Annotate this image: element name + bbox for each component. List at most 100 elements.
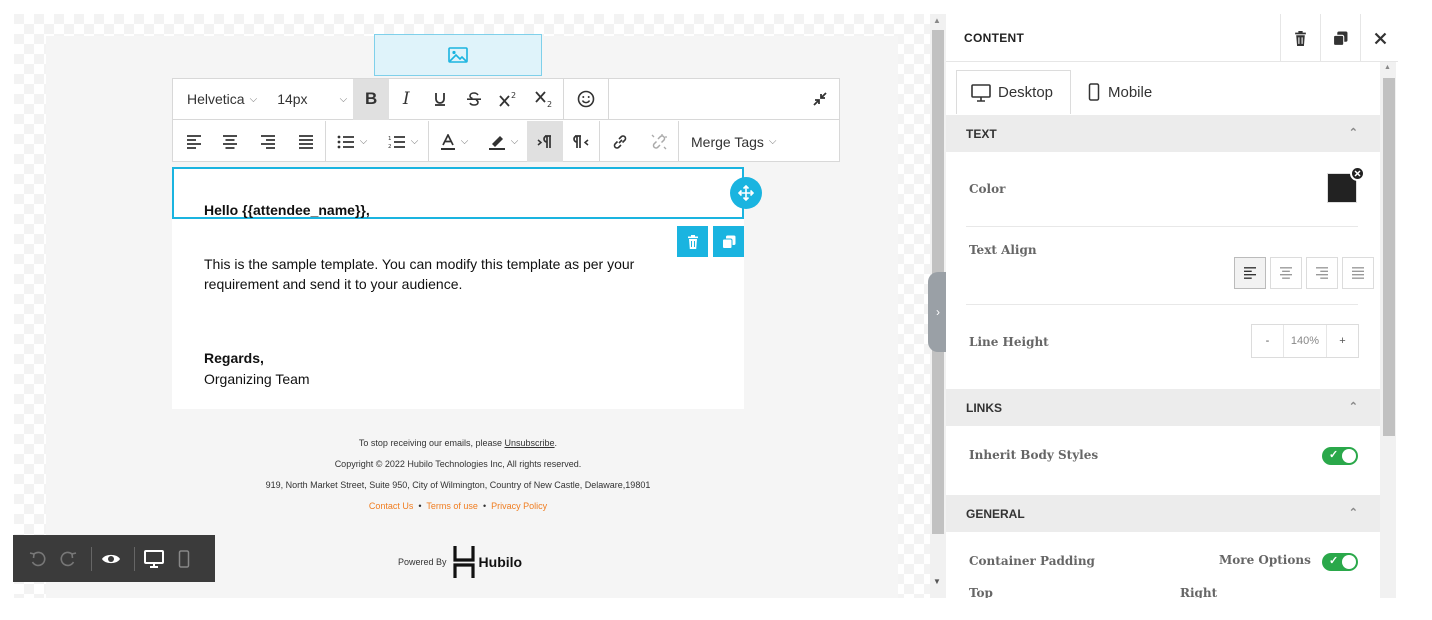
- align-right-icon: [261, 134, 275, 149]
- privacy-link[interactable]: Privacy Policy: [491, 501, 547, 511]
- close-panel-button[interactable]: [1360, 14, 1398, 62]
- image-icon: [448, 47, 468, 63]
- duplicate-content-button[interactable]: [1320, 14, 1360, 62]
- align-justify-icon: [1352, 267, 1364, 279]
- unsubscribe-line: To stop receiving our emails, please Uns…: [358, 438, 558, 448]
- unsubscribe-link[interactable]: Unsubscribe: [505, 438, 555, 448]
- body-line-2[interactable]: requirement and send it to your audience…: [204, 274, 462, 294]
- collapse-toolbar-button[interactable]: [801, 79, 839, 120]
- divider: [966, 226, 1358, 227]
- line-height-value[interactable]: 140%: [1284, 335, 1326, 347]
- text-section-header[interactable]: TEXT ⌃: [946, 115, 1380, 152]
- bullet-list-button[interactable]: ⌵: [326, 121, 378, 162]
- underline-icon: [435, 93, 446, 106]
- align-left-icon: [1244, 267, 1256, 279]
- scroll-down-arrow-icon[interactable]: ▼: [933, 577, 941, 586]
- ltr-paragraph-icon: [537, 134, 551, 148]
- insert-link-button[interactable]: [600, 121, 640, 162]
- align-justify-button[interactable]: [287, 121, 325, 162]
- link-icon: [613, 134, 627, 149]
- superscript-button[interactable]: 2: [491, 79, 527, 120]
- body-line-1[interactable]: This is the sample template. You can mod…: [204, 254, 634, 274]
- panel-collapse-handle[interactable]: ›: [928, 272, 948, 352]
- font-size-select[interactable]: 14px ⌵: [263, 79, 353, 120]
- ltr-direction-button[interactable]: [527, 121, 563, 162]
- copyright-line: Copyright © 2022 Hubilo Technologies Inc…: [334, 459, 582, 469]
- text-align-justify-button[interactable]: [1342, 257, 1374, 289]
- panel-scrollbar-thumb[interactable]: [1383, 78, 1395, 436]
- numbered-list-button[interactable]: 1 2 ⌵: [378, 121, 428, 162]
- powered-by: Powered By Hubilo: [398, 544, 522, 580]
- duplicate-icon: [1333, 31, 1348, 46]
- text-color-button[interactable]: ⌵: [429, 121, 479, 162]
- align-right-button[interactable]: [249, 121, 287, 162]
- move-handle[interactable]: [730, 177, 762, 209]
- svg-text:2: 2: [547, 100, 552, 108]
- team-text[interactable]: Organizing Team: [204, 369, 310, 389]
- chevron-down-icon: ⌵: [249, 93, 258, 105]
- delete-block-button[interactable]: [677, 226, 708, 257]
- rtl-direction-button[interactable]: [563, 121, 599, 162]
- clear-color-button[interactable]: [1350, 166, 1365, 181]
- duplicate-block-button[interactable]: [713, 226, 744, 257]
- more-options-toggle[interactable]: ✓: [1322, 553, 1358, 571]
- italic-button[interactable]: I: [389, 79, 423, 120]
- undo-button[interactable]: [25, 544, 51, 574]
- close-icon: [1374, 32, 1387, 44]
- text-align-center-button[interactable]: [1270, 257, 1302, 289]
- container-padding-label: Container Padding: [969, 554, 1095, 568]
- strikethrough-button[interactable]: [457, 79, 491, 120]
- monitor-icon: [144, 549, 164, 568]
- inherit-body-styles-label: Inherit Body Styles: [969, 448, 1099, 462]
- panel-title: CONTENT: [964, 31, 1025, 45]
- bold-button[interactable]: B: [353, 78, 390, 120]
- emoji-button[interactable]: [564, 79, 608, 120]
- panel-scroll-up-arrow-icon[interactable]: ▲: [1384, 64, 1391, 71]
- scroll-up-arrow-icon[interactable]: ▲: [933, 16, 941, 25]
- hubilo-logo-icon: [452, 546, 475, 578]
- highlight-color-button[interactable]: ⌵: [479, 121, 527, 162]
- move-icon: [738, 185, 754, 201]
- align-left-button[interactable]: [173, 121, 211, 162]
- text-align-label: Text Align: [969, 243, 1037, 257]
- underline-button[interactable]: [423, 79, 457, 120]
- line-height-decrease-button[interactable]: -: [1252, 325, 1284, 357]
- chevron-up-icon: ⌃: [1348, 401, 1358, 413]
- links-section-header[interactable]: LINKS ⌃: [946, 389, 1380, 426]
- tab-mobile[interactable]: Mobile: [1084, 70, 1152, 114]
- subscript-button[interactable]: 2: [527, 79, 563, 120]
- inherit-body-styles-toggle[interactable]: ✓: [1322, 447, 1358, 465]
- line-height-increase-button[interactable]: +: [1326, 325, 1358, 357]
- color-label: Color: [969, 182, 1006, 196]
- chevron-down-icon: ⌵: [410, 136, 419, 147]
- remove-link-button[interactable]: [640, 121, 678, 162]
- text-align-right-button[interactable]: [1306, 257, 1338, 289]
- merge-tags-select[interactable]: Merge Tags ⌵: [679, 121, 783, 162]
- chevron-down-icon: ⌵: [359, 136, 368, 147]
- image-block[interactable]: [374, 34, 542, 76]
- regards-text[interactable]: Regards,: [204, 348, 264, 368]
- font-family-select[interactable]: Helvetica ⌵: [173, 79, 263, 120]
- desktop-preview-button[interactable]: [141, 544, 167, 574]
- superscript-icon: 2: [499, 91, 516, 107]
- mobile-preview-button[interactable]: [171, 544, 197, 574]
- general-section-header[interactable]: GENERAL ⌃: [946, 495, 1380, 532]
- monitor-icon: [971, 83, 991, 102]
- redo-button[interactable]: [55, 544, 81, 574]
- duplicate-icon: [721, 235, 735, 249]
- text-align-left-button[interactable]: [1234, 257, 1266, 289]
- contact-us-link[interactable]: Contact Us: [369, 501, 414, 511]
- terms-link[interactable]: Terms of use: [426, 501, 478, 511]
- greeting-text[interactable]: Hello {{attendee_name}},: [204, 200, 370, 220]
- preview-button[interactable]: [98, 544, 124, 574]
- align-center-button[interactable]: [211, 121, 249, 162]
- rtl-paragraph-icon: [573, 134, 589, 148]
- align-center-icon: [1280, 267, 1292, 279]
- align-justify-icon: [299, 134, 313, 149]
- align-center-icon: [223, 134, 237, 149]
- device-tabs: Desktop Mobile: [946, 62, 1382, 114]
- tab-desktop[interactable]: Desktop: [956, 70, 1071, 114]
- bullet-list-icon: [337, 135, 354, 148]
- delete-content-button[interactable]: [1280, 14, 1320, 62]
- chevron-down-icon: ⌵: [510, 136, 519, 147]
